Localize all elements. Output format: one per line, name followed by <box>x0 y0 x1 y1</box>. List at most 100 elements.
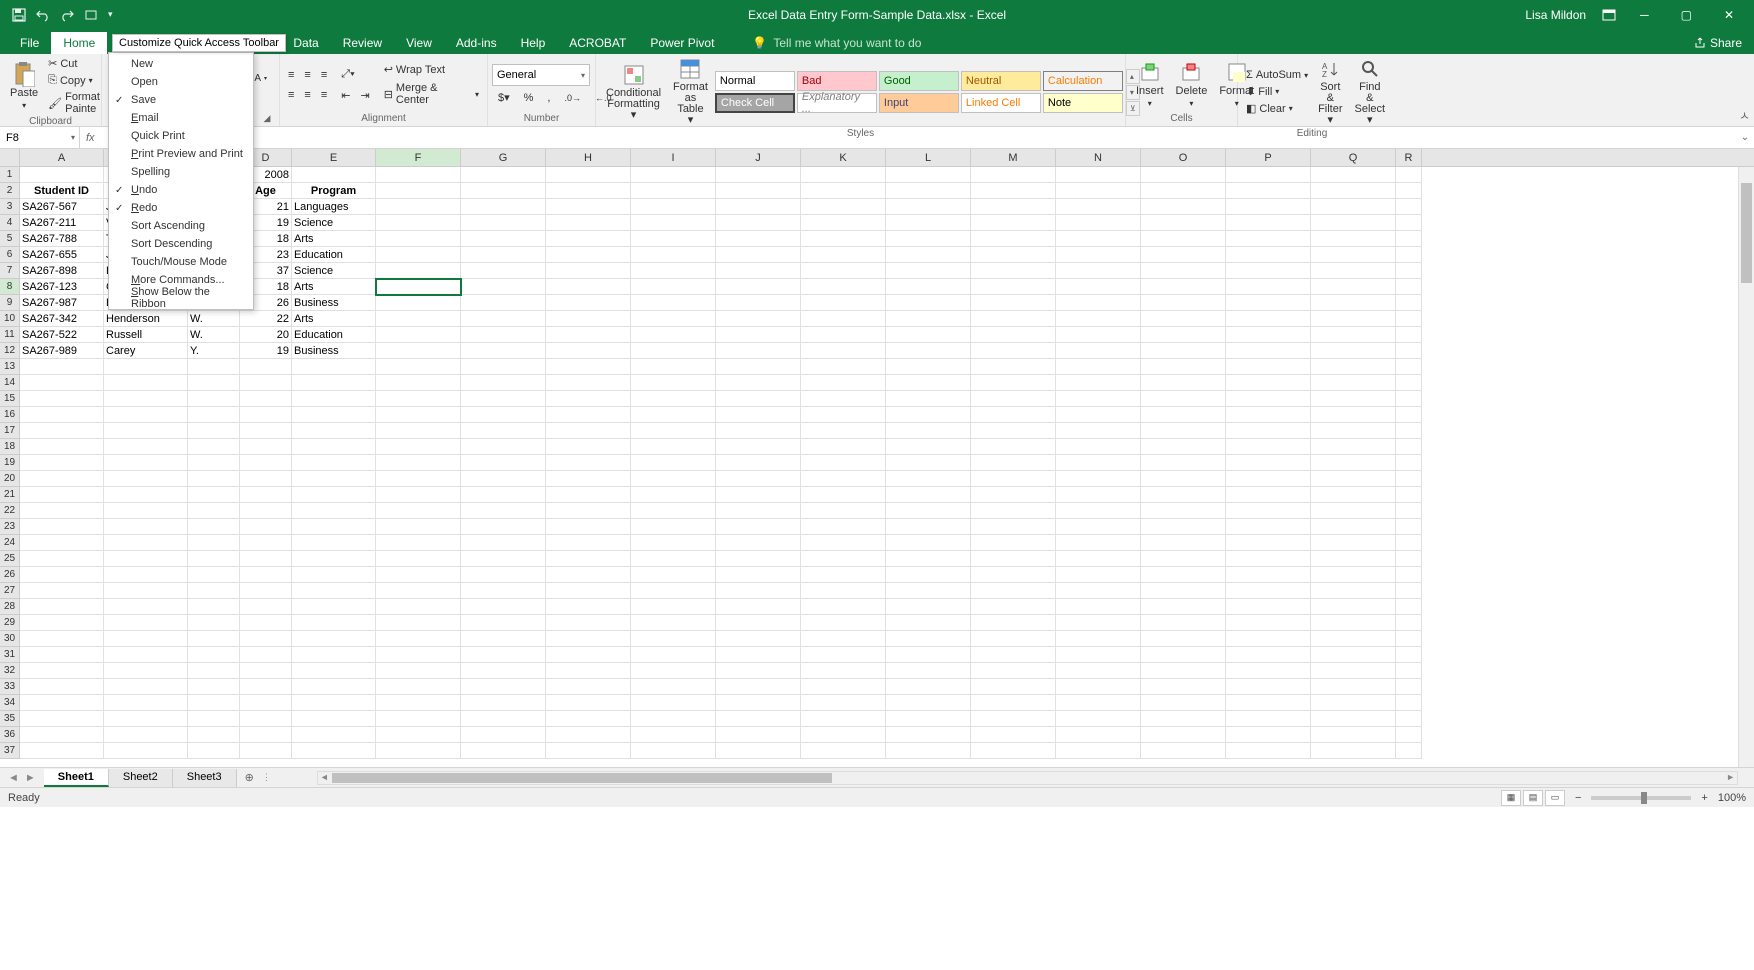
cell-I23[interactable] <box>631 519 716 535</box>
cell-K30[interactable] <box>801 631 886 647</box>
cell-A30[interactable] <box>20 631 104 647</box>
cell-N31[interactable] <box>1056 647 1141 663</box>
cell-Q13[interactable] <box>1311 359 1396 375</box>
cell-E21[interactable] <box>292 487 376 503</box>
cell-R30[interactable] <box>1396 631 1422 647</box>
cell-P5[interactable] <box>1226 231 1311 247</box>
cell-B19[interactable] <box>104 455 188 471</box>
cell-J2[interactable] <box>716 183 801 199</box>
cell-I9[interactable] <box>631 295 716 311</box>
cell-H28[interactable] <box>546 599 631 615</box>
cell-F6[interactable] <box>376 247 461 263</box>
cell-M30[interactable] <box>971 631 1056 647</box>
qat-customize-icon[interactable]: ▾ <box>108 9 113 20</box>
cell-O19[interactable] <box>1141 455 1226 471</box>
cell-P16[interactable] <box>1226 407 1311 423</box>
cell-Q34[interactable] <box>1311 695 1396 711</box>
cell-N28[interactable] <box>1056 599 1141 615</box>
cell-R25[interactable] <box>1396 551 1422 567</box>
cell-P4[interactable] <box>1226 215 1311 231</box>
hscroll-thumb[interactable] <box>332 773 832 783</box>
cell-F35[interactable] <box>376 711 461 727</box>
cell-R37[interactable] <box>1396 743 1422 759</box>
cell-M15[interactable] <box>971 391 1056 407</box>
row-header-27[interactable]: 27 <box>0 583 20 599</box>
row-header-35[interactable]: 35 <box>0 711 20 727</box>
cell-C30[interactable] <box>188 631 240 647</box>
cell-F4[interactable] <box>376 215 461 231</box>
cell-P13[interactable] <box>1226 359 1311 375</box>
cell-F8[interactable] <box>376 279 461 295</box>
cell-C14[interactable] <box>188 375 240 391</box>
cell-A17[interactable] <box>20 423 104 439</box>
cell-O2[interactable] <box>1141 183 1226 199</box>
cell-O13[interactable] <box>1141 359 1226 375</box>
cell-L1[interactable] <box>886 167 971 183</box>
cell-I18[interactable] <box>631 439 716 455</box>
cell-E2[interactable]: Program <box>292 183 376 199</box>
col-header-F[interactable]: F <box>376 149 461 166</box>
cell-I24[interactable] <box>631 535 716 551</box>
tab-data[interactable]: Data <box>281 32 330 54</box>
cell-F2[interactable] <box>376 183 461 199</box>
cell-G20[interactable] <box>461 471 546 487</box>
row-header-15[interactable]: 15 <box>0 391 20 407</box>
cell-L34[interactable] <box>886 695 971 711</box>
cell-K32[interactable] <box>801 663 886 679</box>
cell-H23[interactable] <box>546 519 631 535</box>
cell-L6[interactable] <box>886 247 971 263</box>
cell-B34[interactable] <box>104 695 188 711</box>
cell-Q27[interactable] <box>1311 583 1396 599</box>
find-select-button[interactable]: Find &Select ▾ <box>1349 56 1392 128</box>
cell-K13[interactable] <box>801 359 886 375</box>
cell-A16[interactable] <box>20 407 104 423</box>
cell-P30[interactable] <box>1226 631 1311 647</box>
row-header-6[interactable]: 6 <box>0 247 20 263</box>
style-input[interactable]: Input <box>879 93 959 113</box>
orientation-button[interactable]: ⤢▾ <box>337 67 358 82</box>
row-header-10[interactable]: 10 <box>0 311 20 327</box>
cell-K10[interactable] <box>801 311 886 327</box>
cell-O22[interactable] <box>1141 503 1226 519</box>
cell-G35[interactable] <box>461 711 546 727</box>
col-header-J[interactable]: J <box>716 149 801 166</box>
cell-P8[interactable] <box>1226 279 1311 295</box>
cell-I25[interactable] <box>631 551 716 567</box>
cell-K31[interactable] <box>801 647 886 663</box>
cell-I33[interactable] <box>631 679 716 695</box>
cell-C26[interactable] <box>188 567 240 583</box>
cell-G3[interactable] <box>461 199 546 215</box>
cell-A13[interactable] <box>20 359 104 375</box>
cell-J28[interactable] <box>716 599 801 615</box>
row-header-2[interactable]: 2 <box>0 183 20 199</box>
cell-G5[interactable] <box>461 231 546 247</box>
cell-N27[interactable] <box>1056 583 1141 599</box>
cell-O16[interactable] <box>1141 407 1226 423</box>
cell-Q16[interactable] <box>1311 407 1396 423</box>
cell-P2[interactable] <box>1226 183 1311 199</box>
cell-Q10[interactable] <box>1311 311 1396 327</box>
paste-button[interactable]: Paste ▾ <box>4 61 44 112</box>
cell-Q26[interactable] <box>1311 567 1396 583</box>
cell-E9[interactable]: Business <box>292 295 376 311</box>
cell-K33[interactable] <box>801 679 886 695</box>
cell-I3[interactable] <box>631 199 716 215</box>
cell-N10[interactable] <box>1056 311 1141 327</box>
cell-H15[interactable] <box>546 391 631 407</box>
cell-H11[interactable] <box>546 327 631 343</box>
cell-Q6[interactable] <box>1311 247 1396 263</box>
cell-Q1[interactable] <box>1311 167 1396 183</box>
cell-B35[interactable] <box>104 711 188 727</box>
qat-menu-item-8[interactable]: ✓Redo <box>109 199 253 217</box>
cell-K9[interactable] <box>801 295 886 311</box>
cell-O37[interactable] <box>1141 743 1226 759</box>
cell-A34[interactable] <box>20 695 104 711</box>
cell-E37[interactable] <box>292 743 376 759</box>
cell-E18[interactable] <box>292 439 376 455</box>
cell-C31[interactable] <box>188 647 240 663</box>
cell-K17[interactable] <box>801 423 886 439</box>
cell-P26[interactable] <box>1226 567 1311 583</box>
cell-D11[interactable]: 20 <box>240 327 292 343</box>
cell-H13[interactable] <box>546 359 631 375</box>
cell-J36[interactable] <box>716 727 801 743</box>
